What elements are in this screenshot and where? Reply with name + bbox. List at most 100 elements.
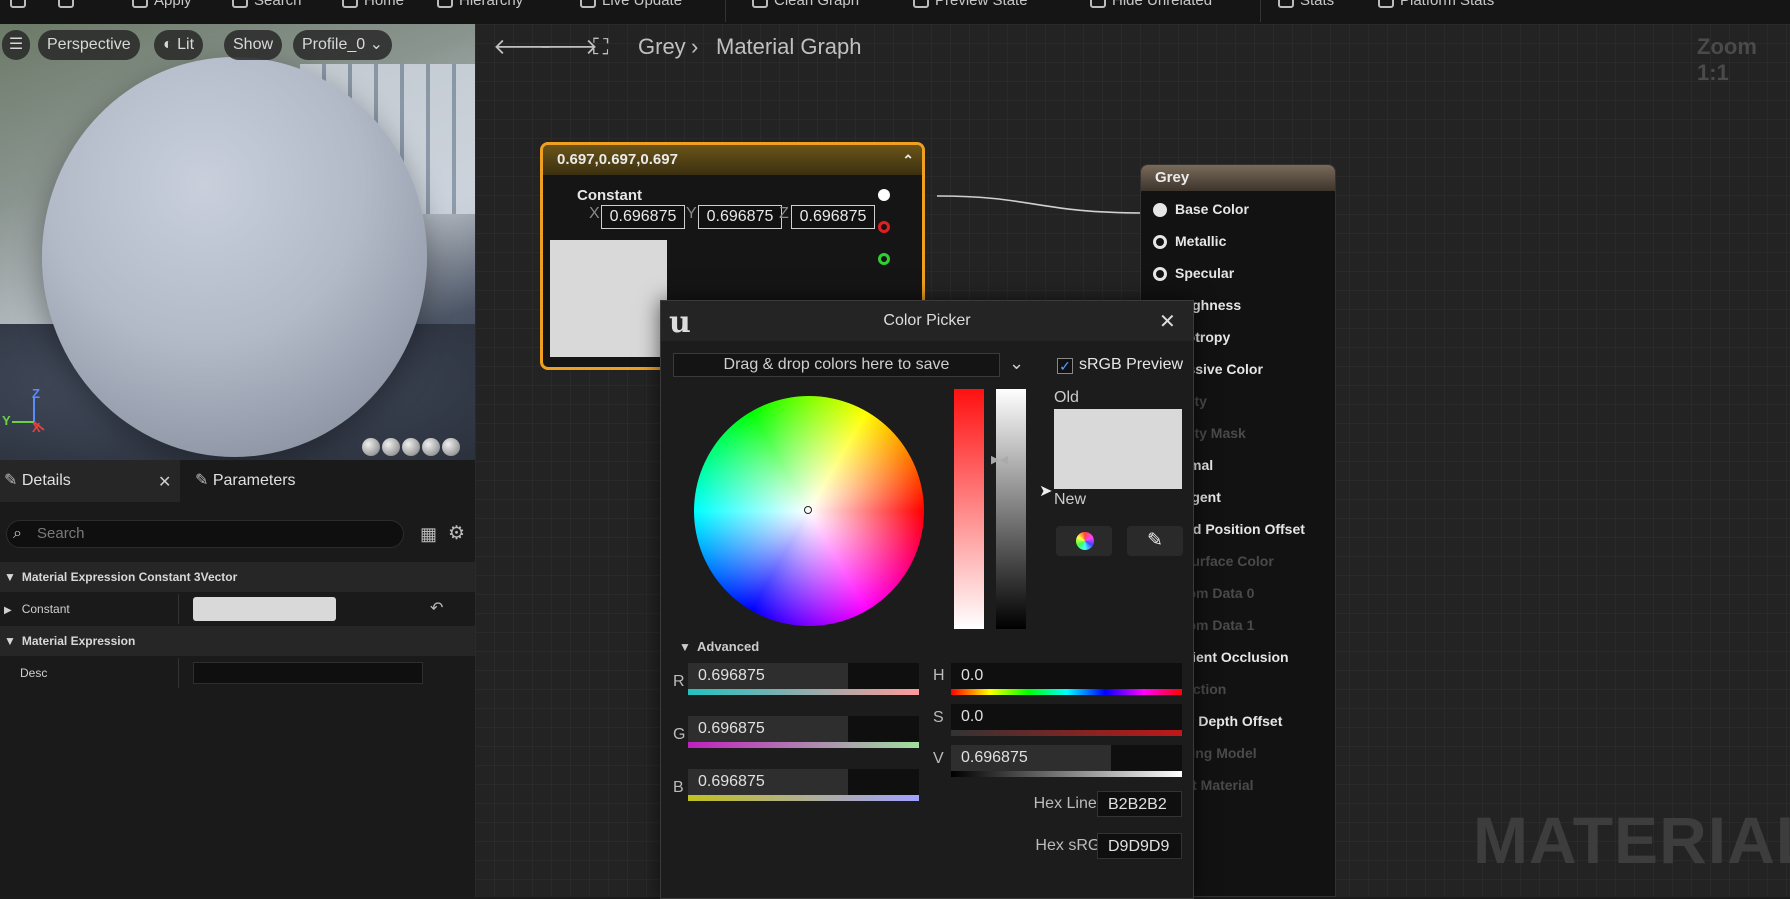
- section-constant-3vector[interactable]: ▼ Material Expression Constant 3Vector: [0, 562, 475, 592]
- expand-arrow-icon[interactable]: ▶: [4, 605, 12, 616]
- eyedropper-button[interactable]: ✎: [1127, 526, 1183, 556]
- preview-state-button[interactable]: Preview State: [913, 0, 1028, 9]
- hierarchy-icon: [437, 0, 453, 9]
- desc-input[interactable]: [193, 662, 423, 684]
- close-tab-icon[interactable]: ✕: [158, 472, 171, 492]
- output-pin-r[interactable]: [878, 221, 890, 233]
- cube-preview-icon[interactable]: [422, 438, 440, 456]
- material-input-pin-row[interactable]: Base Color: [1141, 193, 1336, 225]
- tab-details[interactable]: ✎ Details: [4, 460, 71, 502]
- toolbar-divider: [1260, 0, 1261, 22]
- color-wheel[interactable]: [694, 396, 924, 626]
- color-wheel-cursor[interactable]: [804, 506, 812, 514]
- live-update-label: Live Update: [602, 0, 683, 9]
- node-title-bar[interactable]: 0.697,0.697,0.697 ⌃: [543, 145, 922, 175]
- output-pin-g[interactable]: [878, 253, 890, 265]
- z-value-field[interactable]: 0.696875: [791, 205, 875, 229]
- material-input-pin-row[interactable]: Specular: [1141, 257, 1336, 289]
- stats-button[interactable]: Stats: [1278, 0, 1334, 9]
- tab-details-label: Details: [21, 472, 71, 489]
- advanced-expand-icon[interactable]: ▼: [679, 640, 691, 654]
- lit-button[interactable]: ◐ Lit: [154, 30, 204, 60]
- r-value-input[interactable]: 0.696875: [688, 663, 919, 689]
- search-icon: [232, 0, 248, 9]
- s-value-input[interactable]: 0.0: [951, 704, 1182, 730]
- material-input-pin-row[interactable]: Metallic: [1141, 225, 1336, 257]
- new-color-swatch: [1054, 449, 1182, 489]
- srgb-preview-checkbox[interactable]: ✓: [1057, 358, 1073, 374]
- output-pin-rgb[interactable]: [878, 189, 890, 201]
- collapse-arrow-icon: ▼: [4, 634, 16, 648]
- teapot-preview-icon[interactable]: [442, 438, 460, 456]
- viewport-menu-button[interactable]: ☰: [2, 30, 30, 60]
- input-pin-icon[interactable]: [1153, 267, 1167, 282]
- wheel-mode-button[interactable]: [1056, 526, 1112, 556]
- show-label: Show: [233, 36, 274, 53]
- chevron-down-icon: ⌄: [369, 36, 384, 53]
- save-icon[interactable]: [10, 0, 32, 9]
- live-update-button[interactable]: Live Update: [580, 0, 682, 9]
- s-value-text: 0.0: [961, 708, 984, 725]
- search-button[interactable]: Search: [232, 0, 302, 9]
- preview-sphere: [42, 57, 427, 457]
- tab-parameters[interactable]: ✎ Parameters: [195, 460, 296, 502]
- section-material-expression[interactable]: ▼ Material Expression: [0, 626, 475, 656]
- hierarchy-label: Hierarchy: [459, 0, 524, 9]
- v-value-text: 0.696875: [961, 749, 1028, 766]
- new-color-label: New: [1054, 491, 1087, 508]
- constant-color-swatch[interactable]: [193, 597, 336, 621]
- color-picker-dialog[interactable]: u Color Picker ✕ Drag & drop colors here…: [660, 300, 1194, 899]
- table-view-icon[interactable]: ▦: [420, 524, 437, 545]
- b-gradient-bar[interactable]: [688, 795, 919, 801]
- saved-colors-dropzone[interactable]: Drag & drop colors here to save: [673, 353, 1000, 377]
- r-gradient-bar[interactable]: [688, 689, 919, 695]
- apply-button[interactable]: Apply: [132, 0, 192, 9]
- color-wheel-icon: [1076, 532, 1094, 550]
- value-slider-handle[interactable]: ▶◀: [991, 453, 1008, 466]
- cylinder-preview-icon[interactable]: [362, 438, 380, 456]
- v-value-input[interactable]: 0.696875: [951, 745, 1182, 771]
- hex-srgb-input[interactable]: D9D9D9: [1097, 833, 1182, 859]
- hide-unrelated-label: Hide Unrelated: [1112, 0, 1213, 9]
- platform-stats-button[interactable]: Platform Stats: [1378, 0, 1494, 9]
- apply-icon: [132, 0, 148, 9]
- material-node-title[interactable]: Grey: [1141, 165, 1335, 191]
- y-value-field[interactable]: 0.696875: [698, 205, 782, 229]
- hide-unrelated-button[interactable]: Hide Unrelated: [1090, 0, 1212, 9]
- chevron-down-icon[interactable]: ⌄: [1009, 353, 1024, 374]
- reset-to-default-icon[interactable]: ↶: [430, 594, 443, 624]
- g-gradient-bar[interactable]: [688, 742, 919, 748]
- apply-label: Apply: [154, 0, 192, 9]
- perspective-button[interactable]: Perspective: [38, 30, 140, 60]
- show-button[interactable]: Show: [224, 30, 283, 60]
- hex-linear-input[interactable]: B2B2B2: [1097, 791, 1182, 817]
- value-slider[interactable]: [996, 389, 1026, 629]
- plane-preview-icon[interactable]: [402, 438, 420, 456]
- v-gradient-bar[interactable]: [951, 771, 1182, 777]
- input-pin-icon[interactable]: [1153, 203, 1167, 218]
- b-value-input[interactable]: 0.696875: [688, 769, 919, 795]
- browse-icon[interactable]: [58, 0, 80, 9]
- x-value-field[interactable]: 0.696875: [601, 205, 685, 229]
- input-pin-icon[interactable]: [1153, 235, 1167, 250]
- preview-mesh-buttons[interactable]: [362, 438, 472, 458]
- details-search-input[interactable]: ⌕ Search: [6, 520, 404, 548]
- g-value-input[interactable]: 0.696875: [688, 716, 919, 742]
- collapse-node-icon[interactable]: ⌃: [902, 145, 914, 175]
- profile-dropdown[interactable]: Profile_0 ⌄: [293, 30, 393, 60]
- hierarchy-button[interactable]: Hierarchy: [437, 0, 523, 9]
- saturation-slider[interactable]: [954, 389, 984, 629]
- close-icon[interactable]: ✕: [1159, 309, 1176, 334]
- dropzone-label: Drag & drop colors here to save: [723, 356, 950, 373]
- gear-icon[interactable]: ⚙: [448, 522, 465, 545]
- z-label: Z: [779, 205, 789, 222]
- h-gradient-bar[interactable]: [951, 689, 1182, 695]
- preview-state-label: Preview State: [935, 0, 1028, 9]
- home-button[interactable]: Home: [342, 0, 404, 9]
- h-value-input[interactable]: 0.0: [951, 663, 1182, 689]
- y-label: Y: [686, 205, 697, 222]
- s-gradient-bar[interactable]: [951, 730, 1182, 736]
- preview-viewport[interactable]: ☰ Perspective ◐ Lit Show Profile_0 ⌄ Z Y…: [0, 24, 475, 460]
- clean-graph-button[interactable]: Clean Graph: [752, 0, 859, 9]
- sphere-preview-icon[interactable]: [382, 438, 400, 456]
